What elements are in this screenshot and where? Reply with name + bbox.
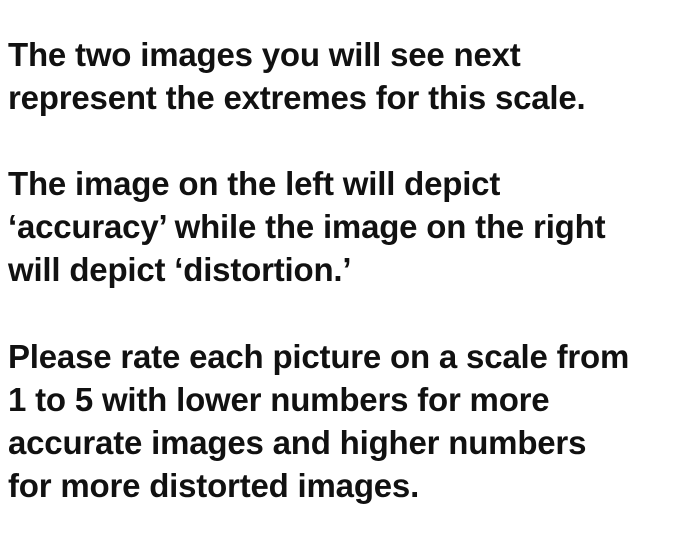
paragraph-3-line-2: 1 to 5 with lower numbers for more <box>8 381 550 418</box>
instruction-page: The two images you will see next represe… <box>0 0 700 550</box>
paragraph-3-line-4: for more distorted images. <box>8 467 420 504</box>
paragraph-3-line-3: accurate images and higher numbers <box>8 424 587 461</box>
paragraph-2-line-2: ‘accuracy’ while the image on the right <box>8 208 606 245</box>
paragraph-2-line-3: will depict ‘distortion.’ <box>8 251 352 288</box>
paragraph-2-line-1: The image on the left will depict <box>8 165 501 202</box>
paragraph-1-line-2: represent the extremes for this scale. <box>8 79 586 116</box>
paragraph-3-line-1: Please rate each picture on a scale from <box>8 338 630 375</box>
paragraph-1-line-1: The two images you will see next <box>8 36 521 73</box>
